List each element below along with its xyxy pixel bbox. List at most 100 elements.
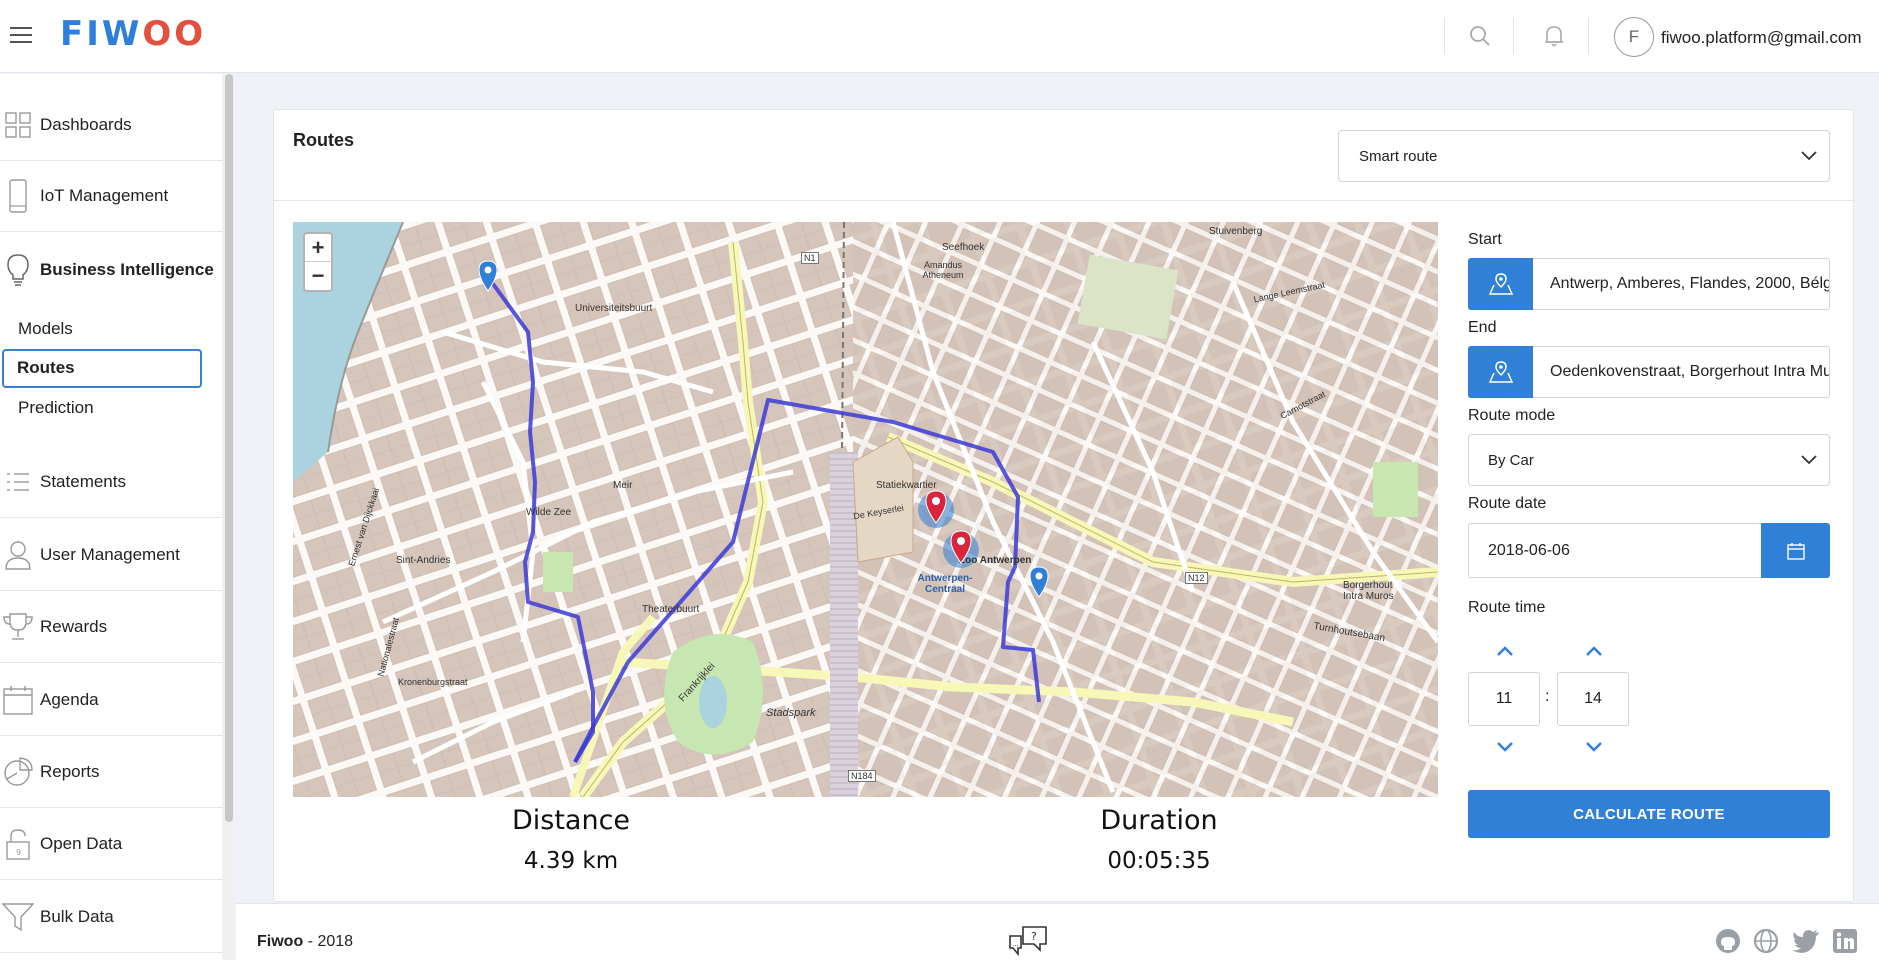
- bell-icon[interactable]: [1540, 22, 1568, 50]
- date-picker-button[interactable]: [1761, 523, 1830, 578]
- github-icon[interactable]: [1714, 927, 1742, 955]
- chevron-down-icon: [1801, 455, 1817, 465]
- sidebar-item-rewards[interactable]: Rewards: [0, 591, 222, 663]
- svg-text:?: ?: [1031, 930, 1037, 943]
- zoom-in-button[interactable]: +: [305, 234, 331, 262]
- help-chat-icon[interactable]: ?...: [1008, 924, 1048, 960]
- duration-value: 00:05:35: [1107, 848, 1211, 874]
- map-label: N184: [848, 770, 876, 782]
- end-location-button[interactable]: [1468, 346, 1533, 398]
- map-pin-icon: [1488, 361, 1513, 383]
- sidebar-item-label: Dashboards: [40, 114, 132, 134]
- hour-down-icon[interactable]: [1497, 742, 1513, 752]
- map-label: Wilde Zee: [526, 507, 572, 518]
- calendar-icon: [2, 684, 34, 716]
- grid-icon: [2, 109, 34, 141]
- funnel-icon: [2, 901, 34, 933]
- sidebar-item-bulk-data[interactable]: Bulk Data: [0, 881, 222, 953]
- route-date-label: Route date: [1468, 495, 1547, 512]
- header-divider: [1513, 18, 1514, 54]
- lightbulb-icon: [2, 254, 34, 286]
- sidebar-item-label: Statements: [40, 471, 126, 491]
- start-label: Start: [1468, 231, 1502, 248]
- svg-text:9: 9: [16, 848, 21, 857]
- sidebar-item-user-management[interactable]: User Management: [0, 519, 222, 591]
- menu-icon[interactable]: [10, 27, 32, 45]
- minute-up-icon[interactable]: [1586, 646, 1602, 656]
- map-label: Theaterbuurt: [642, 604, 700, 615]
- start-location-button[interactable]: [1468, 258, 1533, 310]
- sidebar-item-business-intelligence[interactable]: Business Intelligence: [0, 234, 222, 306]
- card-divider: [273, 200, 1854, 201]
- map-label: Borgerhout Intra Muros: [1343, 580, 1394, 602]
- map-label: Antwerpen-Centraal: [917, 573, 973, 595]
- chevron-down-icon: [1801, 151, 1817, 161]
- route-time-label: Route time: [1468, 599, 1546, 616]
- avatar[interactable]: F: [1614, 17, 1654, 57]
- map-label: N1: [801, 252, 819, 264]
- poi-marker-icon[interactable]: [925, 490, 947, 524]
- footer: [236, 903, 1879, 960]
- zoom-out-button[interactable]: −: [305, 262, 331, 290]
- end-label: End: [1468, 319, 1497, 336]
- sidebar-item-iot-management[interactable]: IoT Management: [0, 160, 222, 232]
- calculate-route-button[interactable]: CALCULATE ROUTE: [1468, 790, 1830, 838]
- map-label: Stadspark: [766, 707, 816, 719]
- user-email[interactable]: fiwoo.platform@gmail.com: [1661, 28, 1862, 48]
- minute-input[interactable]: 14: [1557, 672, 1629, 726]
- distance-value: 4.39 km: [523, 848, 619, 874]
- map-pin-icon: [1488, 273, 1513, 295]
- start-input[interactable]: Antwerp, Amberes, Flandes, 2000, Bélgica: [1533, 258, 1830, 310]
- twitter-icon[interactable]: [1792, 927, 1820, 955]
- sidebar-item-reports[interactable]: Reports: [0, 736, 222, 808]
- distance-label: Distance: [511, 805, 631, 836]
- sidebar-item-label: Open Data: [40, 833, 123, 853]
- globe-icon[interactable]: [1752, 927, 1780, 955]
- list-icon: [2, 466, 34, 498]
- map-label: Universiteitsbuurt: [575, 303, 653, 314]
- route-mode-value: By Car: [1488, 451, 1534, 469]
- end-input[interactable]: Oedenkovenstraat, Borgerhout Intra Muros: [1533, 346, 1830, 398]
- map-label: Stuivenberg: [1209, 226, 1263, 237]
- route-mode-label: Route mode: [1468, 407, 1556, 424]
- map-label: Meir: [613, 480, 633, 491]
- hour-input[interactable]: 11: [1468, 672, 1540, 726]
- sidebar-subitem-prediction[interactable]: Prediction: [18, 398, 94, 418]
- phone-icon: [2, 178, 34, 213]
- linkedin-icon[interactable]: [1831, 927, 1859, 955]
- minute-down-icon[interactable]: [1586, 742, 1602, 752]
- footer-brand: Fiwoo - 2018: [257, 933, 354, 950]
- map-label: Seefhoek: [942, 242, 985, 253]
- sidebar-subitem-routes[interactable]: Routes: [17, 358, 75, 378]
- header-divider: [1588, 18, 1589, 54]
- map-label: Kronenburgstraat: [398, 677, 468, 687]
- svg-text:...: ...: [1012, 939, 1019, 948]
- page-title: Routes: [293, 130, 355, 150]
- sidebar-subitem-models[interactable]: Models: [18, 319, 73, 339]
- route-map[interactable]: Seefhoek Stuivenberg Universiteitsbuurt …: [293, 222, 1438, 797]
- end-marker-icon[interactable]: [1029, 566, 1049, 598]
- logo: FIWOO: [60, 14, 207, 54]
- sidebar: Dashboards IoT Management Business Intel…: [0, 74, 222, 960]
- route-mode-select[interactable]: By Car: [1468, 434, 1830, 486]
- map-label: N12: [1185, 572, 1208, 584]
- poi-marker-icon[interactable]: [950, 530, 972, 564]
- hour-up-icon[interactable]: [1497, 646, 1513, 656]
- route-date-input[interactable]: 2018-06-06: [1468, 523, 1761, 578]
- sidebar-item-label: Reports: [40, 761, 100, 781]
- user-icon: [2, 539, 34, 571]
- sidebar-scrollbar[interactable]: [224, 74, 234, 960]
- sidebar-item-agenda[interactable]: Agenda: [0, 664, 222, 736]
- map-label: Sint-Andries: [396, 555, 451, 566]
- calendar-icon: [1786, 542, 1805, 560]
- route-type-value: Smart route: [1359, 147, 1438, 165]
- sidebar-item-dashboards[interactable]: Dashboards: [0, 89, 222, 161]
- start-marker-icon[interactable]: [478, 260, 498, 292]
- search-icon[interactable]: [1466, 22, 1494, 50]
- sidebar-item-label: IoT Management: [40, 185, 169, 205]
- header-divider: [1444, 18, 1445, 54]
- route-type-select[interactable]: Smart route: [1338, 130, 1830, 182]
- sidebar-item-statements[interactable]: Statements: [0, 446, 222, 518]
- pie-chart-icon: [2, 756, 34, 788]
- sidebar-item-open-data[interactable]: 9 Open Data: [0, 808, 222, 880]
